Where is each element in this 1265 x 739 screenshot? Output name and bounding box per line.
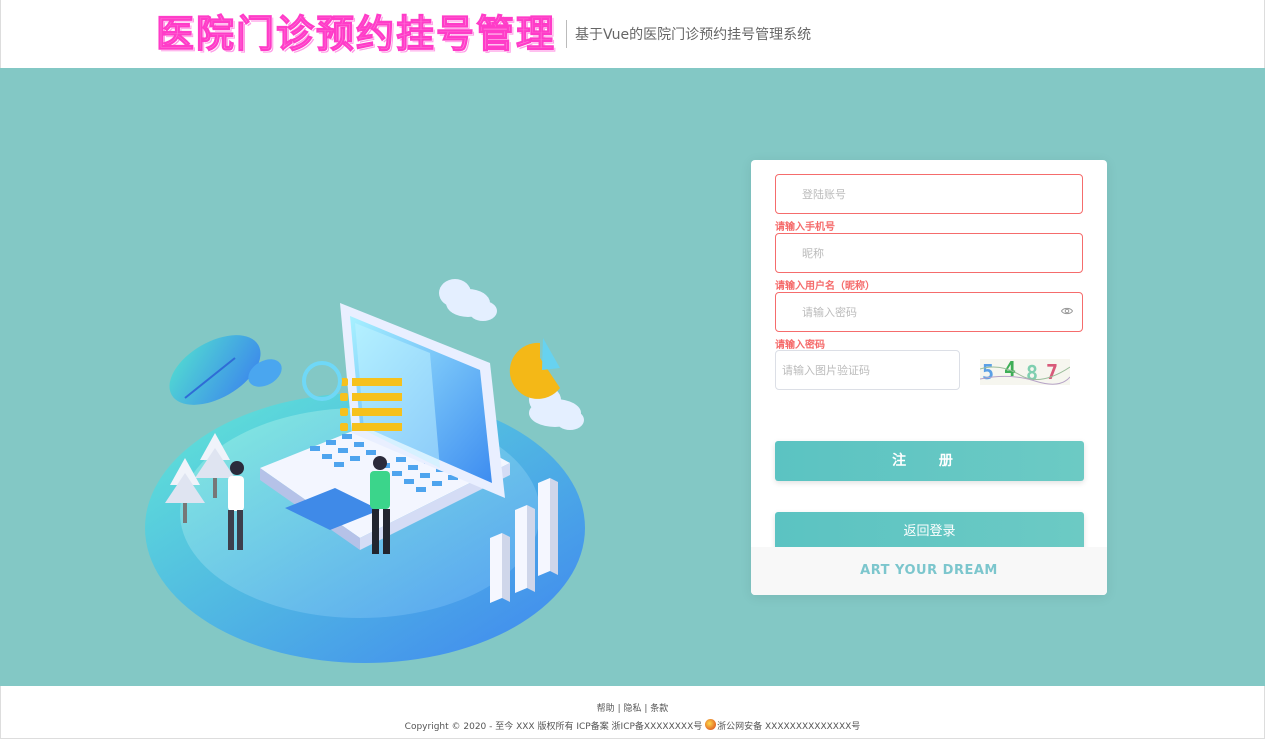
- privacy-link[interactable]: 隐私: [623, 704, 641, 714]
- main-area: 请输入手机号 请输入用户名（昵称） 请输入密码 5 4 8 7: [0, 68, 1265, 686]
- captcha-noise: [980, 366, 1070, 385]
- register-card: 请输入手机号 请输入用户名（昵称） 请输入密码 5 4 8 7: [751, 160, 1107, 595]
- account-error: 请输入手机号: [775, 222, 835, 233]
- password-input[interactable]: [776, 293, 1082, 331]
- nickname-field[interactable]: [775, 233, 1083, 273]
- site-title: 医院门诊预约挂号管理: [155, 12, 557, 57]
- help-link[interactable]: 帮助: [597, 704, 615, 714]
- site-subtitle: 基于Vue的医院门诊预约挂号管理系统: [575, 27, 812, 43]
- copyright-text: Copyright © 2020 - 至今 XXX 版权所有 ICP备案 浙IC…: [404, 722, 703, 732]
- blue-cloud-icon: [169, 335, 282, 405]
- captcha-image[interactable]: 5 4 8 7: [980, 359, 1070, 385]
- password-field[interactable]: [775, 292, 1083, 332]
- footer-copyright: Copyright © 2020 - 至今 XXX 版权所有 ICP备案 浙IC…: [1, 719, 1264, 732]
- cloud-icon: [439, 279, 497, 321]
- eye-icon-glyph: [1060, 307, 1074, 315]
- password-error: 请输入密码: [775, 340, 825, 351]
- police-badge-icon: [705, 719, 717, 730]
- slogan: ART YOUR DREAM: [751, 547, 1107, 595]
- footer: 帮助 | 隐私 | 条款 Copyright © 2020 - 至今 XXX 版…: [0, 686, 1265, 739]
- back-to-login-button[interactable]: 返回登录: [775, 512, 1084, 548]
- title-divider: [566, 20, 568, 48]
- captcha-field[interactable]: [775, 350, 960, 390]
- terms-link[interactable]: 条款: [650, 704, 668, 714]
- account-input[interactable]: [776, 175, 1082, 213]
- police-record-text: 浙公网安备 XXXXXXXXXXXXXX号: [717, 722, 861, 732]
- header: 医院门诊预约挂号管理 基于Vue的医院门诊预约挂号管理系统: [0, 0, 1265, 68]
- eye-icon[interactable]: [1060, 305, 1074, 319]
- hero-illustration: [145, 279, 585, 663]
- brand: 医院门诊预约挂号管理 基于Vue的医院门诊预约挂号管理系统: [155, 10, 812, 58]
- register-button[interactable]: 注 册: [775, 441, 1084, 481]
- account-field[interactable]: [775, 174, 1083, 214]
- pie-chart-icon: [509, 338, 560, 399]
- footer-links: 帮助 | 隐私 | 条款: [1, 701, 1264, 714]
- footer-separator: |: [617, 704, 621, 714]
- ring-shape: [302, 361, 342, 401]
- nickname-input[interactable]: [776, 234, 1082, 272]
- footer-separator: |: [644, 704, 648, 714]
- nickname-error: 请输入用户名（昵称）: [775, 281, 875, 292]
- captcha-input[interactable]: [776, 351, 959, 389]
